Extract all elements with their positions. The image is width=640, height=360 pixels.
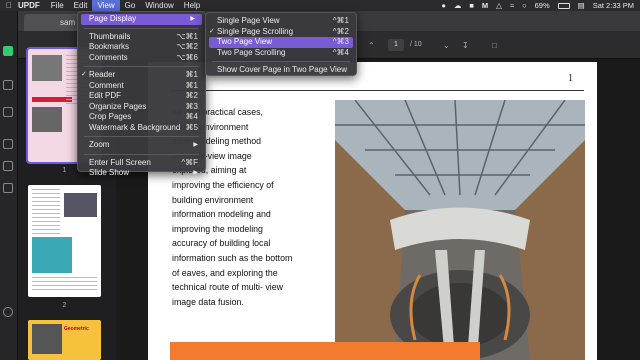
building-photo — [335, 100, 585, 360]
text-line: of eaves, and exploring the — [172, 267, 278, 278]
menu-separator — [84, 66, 199, 67]
menu-help[interactable]: Help — [184, 0, 200, 11]
menu-item-edit-pdf[interactable]: Edit PDF ⌘2 — [78, 91, 205, 102]
page-total: / 10 — [410, 41, 422, 48]
spotlight-icon[interactable]: ○ — [522, 0, 527, 11]
document-tab[interactable]: sam — [24, 14, 84, 31]
menu-edit[interactable]: Edit — [74, 0, 88, 11]
settings-icon[interactable] — [3, 307, 13, 317]
view-menu: Page Display ▶ Thumbnails ⌥⌘1 Bookmarks ⌥⌘2… — [77, 11, 206, 177]
text-line: information modeling and — [172, 209, 271, 220]
edit-tool-icon[interactable] — [3, 107, 13, 117]
text-line: building environment — [172, 194, 254, 205]
menu-item-enter-full-screen[interactable]: Enter Full Screen ^⌘F — [78, 158, 205, 169]
menu-file[interactable]: File — [51, 0, 64, 11]
menu-item-single-page-view[interactable]: Single Page View ^⌘1 — [206, 16, 356, 27]
header-rule — [170, 90, 584, 91]
clock[interactable]: Sat 2:33 PM — [593, 0, 634, 11]
wifi-icon[interactable]: ≈ — [510, 0, 514, 11]
submenu-arrow-icon: ▶ — [193, 170, 198, 176]
orange-banner — [170, 342, 480, 360]
menu-view[interactable]: View — [92, 0, 120, 11]
text-line: information such as the bottom — [172, 252, 293, 263]
menu-item-zoom[interactable]: Zoom ▶ — [78, 140, 205, 151]
menu-item-single-page-scrolling[interactable]: ✓ Single Page Scrolling ^⌘2 — [206, 27, 356, 38]
thumbnail-page-3[interactable]: Geometric — [28, 320, 101, 360]
menu-bar:  UPDF File Edit View Go Window Help ● ☁… — [0, 0, 640, 11]
text-line: accuracy of building local — [172, 238, 271, 249]
m-app-icon[interactable]: M — [482, 0, 488, 11]
menu-separator — [84, 136, 199, 137]
prev-page-icon[interactable]: ⌃ — [368, 41, 375, 50]
comment-icon[interactable]: □ — [492, 41, 497, 50]
camera-icon[interactable]: ■ — [469, 0, 474, 11]
menu-item-two-page-scrolling[interactable]: Two Page Scrolling ^⌘4 — [206, 48, 356, 59]
status-area: ● ☁ ■ M △ ≈ ○ 69% ▤ Sat 2:33 PM — [441, 0, 634, 11]
watermark-tool-icon[interactable] — [3, 183, 13, 193]
menu-window[interactable]: Window — [145, 0, 173, 11]
control-center-icon[interactable]: ▤ — [578, 0, 585, 11]
page-number-label: 1 — [568, 73, 573, 84]
menu-item-comment[interactable]: Comment ⌘1 — [78, 81, 205, 92]
menu-item-reader[interactable]: ✓ Reader ⌘1 — [78, 70, 205, 81]
text-line: improving the modeling — [172, 223, 263, 234]
menu-item-organize-pages[interactable]: Organize Pages ⌘3 — [78, 102, 205, 113]
organize-tool-icon[interactable] — [3, 139, 13, 149]
menu-separator — [84, 153, 199, 155]
reader-icon[interactable] — [3, 46, 13, 56]
menu-item-slide-show[interactable]: Slide Show ▶ — [78, 168, 205, 179]
menu-item-two-page-view[interactable]: Two Page View ^⌘3 — [209, 37, 353, 48]
menu-item-watermark-background[interactable]: Watermark & Background ⌘5 — [78, 123, 205, 134]
page-number-input[interactable]: 1 — [388, 39, 404, 51]
left-tool-rail — [0, 11, 18, 360]
thumbnail-3-title: Geometric — [64, 326, 89, 332]
thumbnail-number-2: 2 — [62, 302, 67, 309]
checkmark-icon: ✓ — [81, 71, 87, 78]
menu-item-thumbnails[interactable]: Thumbnails ⌥⌘1 — [78, 32, 205, 43]
text-line: improving the efficiency of — [172, 179, 274, 190]
text-line: image data fusion. — [172, 296, 244, 307]
text-line: technical route of multi- view — [172, 282, 283, 293]
submenu-arrow-icon: ▶ — [193, 142, 198, 148]
menu-item-show-cover-page[interactable]: Show Cover Page in Two Page View — [206, 65, 356, 76]
thumbnail-page-2[interactable] — [28, 185, 101, 297]
next-page-icon[interactable]: ⌄ — [443, 41, 450, 50]
volume-icon[interactable]: △ — [496, 0, 502, 11]
last-page-icon[interactable]: ↧ — [462, 41, 469, 50]
battery-percent: 69% — [534, 1, 550, 10]
menu-item-crop-pages[interactable]: Crop Pages ⌘4 — [78, 112, 205, 123]
battery-icon[interactable] — [557, 2, 570, 9]
menu-item-bookmarks[interactable]: Bookmarks ⌥⌘2 — [78, 42, 205, 53]
app-window:  UPDF File Edit View Go Window Help ● ☁… — [0, 0, 640, 360]
checkmark-icon: ✓ — [209, 27, 215, 35]
menu-item-page-display[interactable]: Page Display ▶ — [81, 14, 202, 25]
app-name-menu[interactable]: UPDF — [18, 0, 40, 11]
crop-tool-icon[interactable] — [3, 161, 13, 171]
submenu-arrow-icon: ▶ — [190, 16, 195, 22]
menu-separator — [84, 27, 199, 29]
menu-item-comments[interactable]: Comments ⌥⌘6 — [78, 53, 205, 64]
cloud-icon[interactable]: ☁ — [454, 0, 462, 11]
menu-separator — [212, 61, 350, 62]
menu-go[interactable]: Go — [125, 0, 136, 11]
page-display-submenu: Single Page View ^⌘1 ✓ Single Page Scrolli… — [205, 12, 357, 76]
screen-record-icon[interactable]: ● — [441, 0, 446, 11]
apple-menu-icon[interactable]:  — [6, 0, 12, 11]
comment-tool-icon[interactable] — [3, 80, 13, 90]
